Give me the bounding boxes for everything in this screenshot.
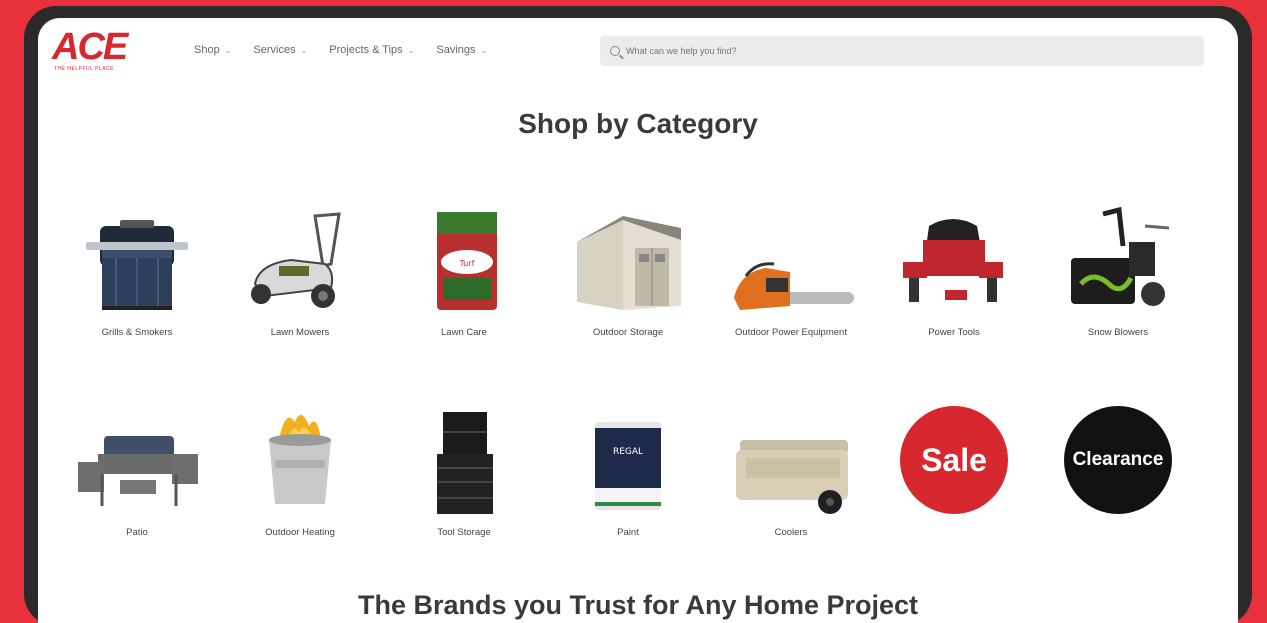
fire-pit-icon	[235, 406, 365, 518]
category-outdoor-power-equipment[interactable]: Outdoor Power Equipment	[721, 206, 861, 340]
sale-badge: Sale	[900, 406, 1008, 514]
category-coolers[interactable]: Coolers	[721, 406, 861, 540]
nav-shop[interactable]: Shop ⌄	[194, 44, 231, 56]
category-label: Outdoor Storage	[592, 327, 664, 338]
category-paint[interactable]: REGAL Paint	[558, 406, 698, 540]
shed-icon	[563, 206, 693, 318]
category-label: Snow Blowers	[1087, 327, 1149, 338]
patio-furniture-icon	[72, 406, 202, 518]
category-snow-blowers[interactable]: Snow Blowers	[1048, 206, 1188, 340]
grill-icon	[72, 206, 202, 318]
power-tools-icon	[889, 206, 1019, 318]
browser-screen: ACE THE HELPFUL PLACE Shop ⌄ Services ⌄ …	[38, 18, 1238, 623]
ace-logo[interactable]: ACE THE HELPFUL PLACE	[52, 26, 144, 74]
category-label: Coolers	[774, 527, 808, 538]
category-outdoor-storage[interactable]: Outdoor Storage	[558, 206, 698, 340]
category-outdoor-heating[interactable]: Outdoor Heating	[230, 406, 370, 540]
tool-chest-icon	[399, 406, 529, 518]
category-label: Outdoor Heating	[265, 527, 335, 538]
chevron-down-icon: ⌄	[480, 45, 488, 55]
category-label: Paint	[617, 527, 639, 538]
chevron-down-icon: ⌄	[407, 45, 415, 55]
category-label: Outdoor Power Equipment	[735, 327, 847, 338]
nav-shop-label: Shop	[194, 44, 220, 56]
category-lawn-care[interactable]: Turf Lawn Care	[394, 206, 534, 340]
paint-can-icon: REGAL	[563, 406, 693, 518]
clearance-badge: Clearance	[1064, 406, 1172, 514]
chainsaw-icon	[726, 206, 856, 318]
category-label: Lawn Mowers	[270, 327, 330, 338]
chevron-down-icon: ⌄	[224, 45, 232, 55]
category-label: Power Tools	[928, 327, 980, 338]
site-header: ACE THE HELPFUL PLACE Shop ⌄ Services ⌄ …	[38, 18, 1238, 80]
category-grills-smokers[interactable]: Grills & Smokers	[67, 206, 207, 340]
snow-blower-icon	[1053, 206, 1183, 318]
lawn-care-bag-icon: Turf	[399, 206, 529, 318]
nav-projects-label: Projects & Tips	[329, 44, 403, 56]
device-frame: ACE THE HELPFUL PLACE Shop ⌄ Services ⌄ …	[24, 6, 1252, 623]
search-icon	[610, 46, 620, 56]
logo-tagline: THE HELPFUL PLACE	[54, 66, 114, 72]
category-label: Lawn Care	[441, 327, 487, 338]
category-label: Patio	[126, 527, 148, 538]
lawn-mower-icon	[235, 206, 365, 318]
category-clearance[interactable]: Clearance	[1048, 406, 1188, 514]
svg-text:Turf: Turf	[459, 259, 475, 268]
brands-heading: The Brands you Trust for Any Home Projec…	[357, 590, 919, 620]
main-nav: Shop ⌄ Services ⌄ Projects & Tips ⌄ Savi…	[194, 44, 487, 56]
category-sale[interactable]: Sale	[884, 406, 1024, 514]
nav-projects-tips[interactable]: Projects & Tips ⌄	[329, 44, 414, 56]
category-power-tools[interactable]: Power Tools	[884, 206, 1024, 340]
category-label: Tool Storage	[437, 527, 491, 538]
category-label: Grills & Smokers	[101, 327, 173, 338]
search-input[interactable]	[626, 46, 1186, 56]
category-tool-storage[interactable]: Tool Storage	[394, 406, 534, 540]
nav-savings[interactable]: Savings ⌄	[436, 44, 487, 56]
cooler-icon	[726, 406, 856, 518]
nav-savings-label: Savings	[436, 44, 476, 56]
category-lawn-mowers[interactable]: Lawn Mowers	[230, 206, 370, 340]
svg-text:REGAL: REGAL	[613, 447, 643, 457]
page-title: Shop by Category	[518, 108, 758, 139]
nav-services[interactable]: Services ⌄	[253, 44, 307, 56]
nav-services-label: Services	[253, 44, 296, 56]
chevron-down-icon: ⌄	[300, 45, 308, 55]
search-bar[interactable]	[600, 36, 1204, 66]
category-patio[interactable]: Patio	[67, 406, 207, 540]
logo-wordmark: ACE	[52, 26, 128, 68]
